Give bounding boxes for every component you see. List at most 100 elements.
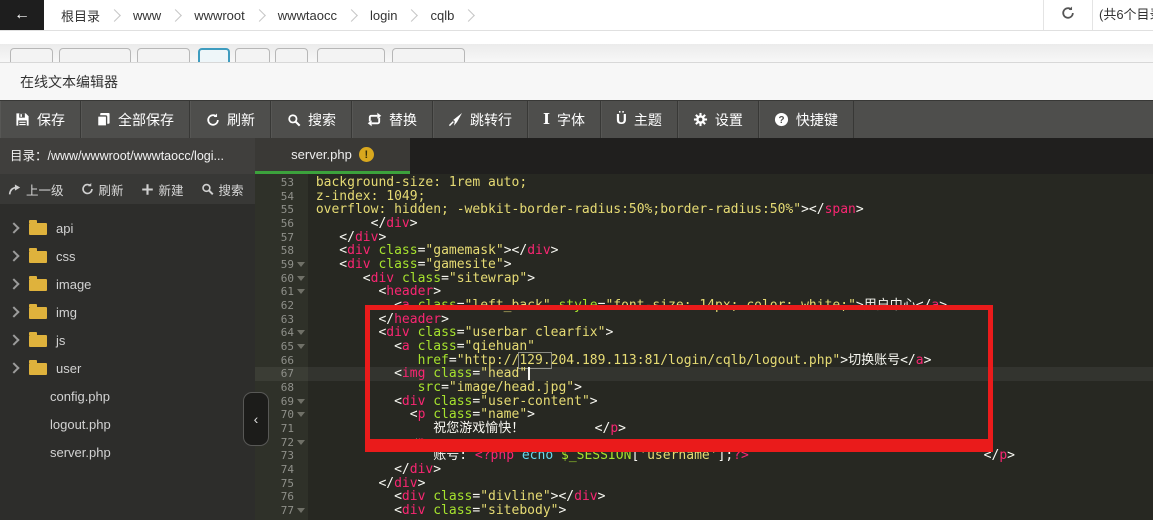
search-button[interactable]: 搜索 xyxy=(201,180,244,199)
breadcrumb-item[interactable]: 根目录 xyxy=(58,6,103,25)
search-icon xyxy=(286,112,301,127)
tree-folder-row[interactable]: img xyxy=(0,298,255,326)
directory-count-text: (共6个目录 xyxy=(1099,0,1153,30)
refresh-button[interactable]: 刷新 xyxy=(81,180,124,199)
code-line[interactable]: 76 <div class="divline"></div> xyxy=(255,490,1153,504)
tree-file-row[interactable]: server.php xyxy=(0,438,255,466)
line-number: 57 xyxy=(255,231,308,245)
line-number: 63 xyxy=(255,313,308,327)
fold-arrow-icon[interactable] xyxy=(297,276,305,281)
code-line[interactable]: 53 background-size: 1rem auto; xyxy=(255,176,1153,190)
code-line[interactable]: 64 <div class="userbar clearfix"> xyxy=(255,326,1153,340)
file-name: server.php xyxy=(50,445,111,460)
tree-file-row[interactable]: logout.php xyxy=(0,410,255,438)
code-line[interactable]: 55 overflow: hidden; -webkit-border-radi… xyxy=(255,203,1153,217)
code-line[interactable]: 68 src="image/head.jpg"> xyxy=(255,381,1153,395)
line-number: 64 xyxy=(255,326,308,340)
theme-button[interactable]: Ü 主题 xyxy=(601,101,678,138)
code-line[interactable]: 77 <div class="sitebody"> xyxy=(255,504,1153,518)
code-line[interactable]: 58 <div class="gamemask"></div> xyxy=(255,244,1153,258)
chevron-right-icon[interactable] xyxy=(8,306,19,317)
line-number: 62 xyxy=(255,299,308,313)
chevron-right-icon[interactable] xyxy=(8,334,19,345)
breadcrumb: 根目录 www wwwroot wwwtaocc login cqlb xyxy=(44,0,484,30)
code-line[interactable]: 71 祝您游戏愉快！ </p> xyxy=(255,422,1153,436)
code-line[interactable]: 61 <header> xyxy=(255,285,1153,299)
code-line[interactable]: 62 <a class="left_back" style="font-size… xyxy=(255,299,1153,313)
fold-arrow-icon[interactable] xyxy=(297,344,305,349)
fold-arrow-icon[interactable] xyxy=(297,330,305,335)
line-number: 74 xyxy=(255,463,308,477)
up-level-button[interactable]: 上一级 xyxy=(8,180,64,199)
goto-line-button[interactable]: 跳转行 xyxy=(433,101,528,138)
breadcrumb-item[interactable]: login xyxy=(367,8,400,23)
page-title: 在线文本编辑器 xyxy=(20,63,118,101)
save-button[interactable]: 保存 xyxy=(0,101,81,138)
code-line[interactable]: 65 <a class="qiehuan" xyxy=(255,340,1153,354)
back-button[interactable]: ← xyxy=(0,0,44,30)
fold-arrow-icon[interactable] xyxy=(297,508,305,513)
fold-arrow-icon[interactable] xyxy=(297,440,305,445)
folder-icon xyxy=(29,223,47,235)
settings-button[interactable]: 设置 xyxy=(678,101,759,138)
toolbar-button-label: 主题 xyxy=(634,110,662,130)
code-line[interactable]: 63 </header> xyxy=(255,313,1153,327)
sidebar-collapse-handle[interactable]: ‹ xyxy=(243,392,269,446)
refresh-directory-icon xyxy=(1061,6,1075,25)
chevron-right-icon[interactable] xyxy=(8,250,19,261)
toolbar-button-label: 替换 xyxy=(389,110,417,130)
code-editor[interactable]: 53 background-size: 1rem auto;54 z-index… xyxy=(255,174,1153,520)
line-number: 61 xyxy=(255,285,308,299)
code-line[interactable]: 59 <div class="gamesite"> xyxy=(255,258,1153,272)
code-line[interactable]: 60 <div class="sitewrap"> xyxy=(255,272,1153,286)
tree-folder-row[interactable]: user xyxy=(0,354,255,382)
fold-arrow-icon[interactable] xyxy=(297,262,305,267)
chevron-right-icon[interactable] xyxy=(8,222,19,233)
code-line[interactable]: 67 <img class="head" xyxy=(255,367,1153,381)
breadcrumb-item[interactable]: wwwroot xyxy=(191,8,248,23)
refresh-directory-button[interactable] xyxy=(1043,0,1093,30)
tab-label: server.php xyxy=(291,147,352,162)
editor-tab-server-php[interactable]: server.php ! xyxy=(255,138,410,174)
breadcrumb-item[interactable]: wwwtaocc xyxy=(275,8,340,23)
new-button[interactable]: 新建 xyxy=(141,180,184,199)
search-button[interactable]: 搜索 xyxy=(271,101,352,138)
file-tree-sidebar: 上一级刷新新建搜索 apicssimageimg js userconfig.php… xyxy=(0,174,255,520)
tree-file-row[interactable]: config.php xyxy=(0,382,255,410)
tree-folder-row[interactable]: image xyxy=(0,270,255,298)
code-line[interactable]: 69 <div class="user-content"> xyxy=(255,395,1153,409)
refresh-button[interactable]: 刷新 xyxy=(190,101,271,138)
code-line[interactable]: 75 </div> xyxy=(255,477,1153,491)
toolbar-button-label: 保存 xyxy=(37,110,65,130)
chevron-right-icon[interactable] xyxy=(8,278,19,289)
code-line[interactable]: 72 <p xyxy=(255,436,1153,450)
warning-icon: ! xyxy=(359,147,374,162)
code-line[interactable]: 73 账号: <?php echo $_SESSION['username'];… xyxy=(255,449,1153,463)
hotkeys-button[interactable]: ?快捷键 xyxy=(759,101,854,138)
code-text: z-index: 1049; xyxy=(308,190,425,204)
theme-icon: Ü xyxy=(616,112,627,127)
tree-folder-row[interactable]: css xyxy=(0,242,255,270)
breadcrumb-item[interactable]: cqlb xyxy=(427,8,457,23)
code-text: <div class="user-content"> xyxy=(308,395,598,409)
save-all-button[interactable]: 全部保存 xyxy=(81,101,190,138)
code-line[interactable]: 66 href="http://129.204.189.113:81/login… xyxy=(255,354,1153,368)
chevron-right-icon[interactable] xyxy=(8,362,19,373)
line-number: 59 xyxy=(255,258,308,272)
code-line[interactable]: 54 z-index: 1049; xyxy=(255,190,1153,204)
code-line[interactable]: 74 </div> xyxy=(255,463,1153,477)
code-line[interactable]: 57 </div> xyxy=(255,231,1153,245)
breadcrumb-item[interactable]: www xyxy=(130,8,164,23)
back-icon: ← xyxy=(14,6,30,24)
font-button[interactable]: I字体 xyxy=(528,101,601,138)
tree-folder-row[interactable]: js xyxy=(0,326,255,354)
tree-folder-row[interactable]: api xyxy=(0,214,255,242)
fold-arrow-icon[interactable] xyxy=(297,412,305,417)
fold-arrow-icon[interactable] xyxy=(297,289,305,294)
directory-path-label: 目录：/www/wwwroot/wwwtaocc/logi... xyxy=(0,138,255,174)
fold-arrow-icon[interactable] xyxy=(297,399,305,404)
replace-button[interactable]: 替换 xyxy=(352,101,433,138)
code-line[interactable]: 56 </div> xyxy=(255,217,1153,231)
folder-name: js xyxy=(56,333,65,348)
code-text: </div> xyxy=(308,463,441,477)
